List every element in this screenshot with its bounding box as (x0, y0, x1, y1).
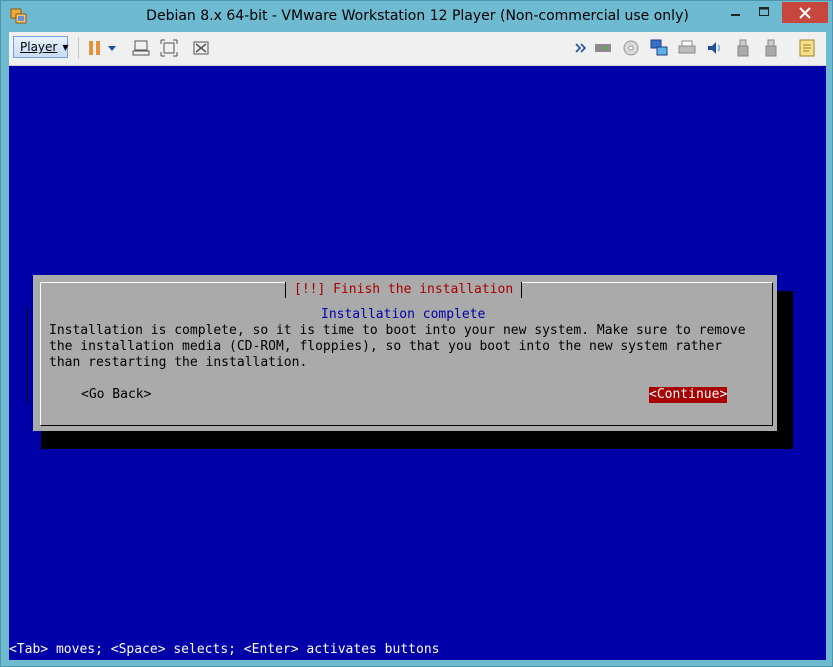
sound-card-device[interactable] (705, 38, 725, 58)
hard-disk-device[interactable] (593, 38, 613, 58)
dialog-title: [!!] Finish the installation (285, 282, 523, 298)
close-icon (799, 6, 811, 19)
more-icon (575, 43, 587, 53)
maximize-icon (758, 7, 769, 16)
sound-icon (708, 42, 721, 54)
network-icon (650, 39, 668, 56)
window-title: Debian 8.x 64-bit - VMware Workstation 1… (146, 8, 689, 24)
send-ctrl-alt-del-icon (132, 40, 150, 56)
usb-icon-2 (765, 39, 777, 57)
pause-button[interactable] (85, 38, 105, 58)
usb-device-1[interactable] (733, 38, 753, 58)
printer-device[interactable] (677, 38, 697, 58)
cd-dvd-device[interactable] (621, 38, 641, 58)
full-screen-icon (160, 39, 178, 57)
player-menu-label: Player (20, 40, 58, 54)
toolbar: Player ▼ (9, 32, 826, 66)
unity-icon (193, 41, 209, 55)
pause-icon (89, 41, 100, 55)
full-screen-button[interactable] (159, 38, 179, 58)
dialog-frame-notch (27, 307, 31, 403)
vmware-player-window: Debian 8.x 64-bit - VMware Workstation 1… (0, 0, 833, 667)
pause-dropdown-button[interactable] (106, 38, 118, 58)
close-button[interactable] (782, 2, 828, 23)
message-log-icon (799, 39, 815, 57)
hard-disk-icon (595, 44, 611, 52)
minimize-icon (731, 14, 740, 16)
usb-device-2[interactable] (761, 38, 781, 58)
installer-dialog: [!!] Finish the installation Installatio… (27, 275, 777, 431)
continue-button[interactable]: <Continue> (649, 387, 728, 403)
network-adapter-device[interactable] (649, 38, 669, 58)
more-devices-button[interactable] (574, 38, 588, 58)
installation-message: Installation is complete, so it is time … (49, 323, 746, 370)
keyboard-help-status: <Tab> moves; <Space> selects; <Enter> ac… (9, 642, 440, 657)
dropdown-arrow-icon (108, 46, 116, 51)
printer-icon (678, 40, 696, 54)
message-log-button[interactable] (797, 38, 817, 58)
vm-console-screen[interactable]: [!!] Finish the installation Installatio… (9, 66, 826, 660)
toolbar-separator (78, 37, 79, 59)
send-ctrl-alt-del-button[interactable] (131, 38, 151, 58)
usb-icon (737, 39, 749, 57)
title-bar[interactable]: Debian 8.x 64-bit - VMware Workstation 1… (1, 1, 833, 32)
player-menu-button[interactable]: Player ▼ (13, 36, 69, 58)
go-back-button[interactable]: <Go Back> (81, 387, 151, 403)
cd-icon (623, 40, 639, 56)
unity-button[interactable] (191, 38, 211, 58)
installation-complete-heading: Installation complete (321, 307, 486, 322)
chevron-down-icon: ▼ (62, 42, 69, 52)
maximize-button[interactable] (750, 2, 778, 22)
minimize-button[interactable] (722, 2, 750, 22)
